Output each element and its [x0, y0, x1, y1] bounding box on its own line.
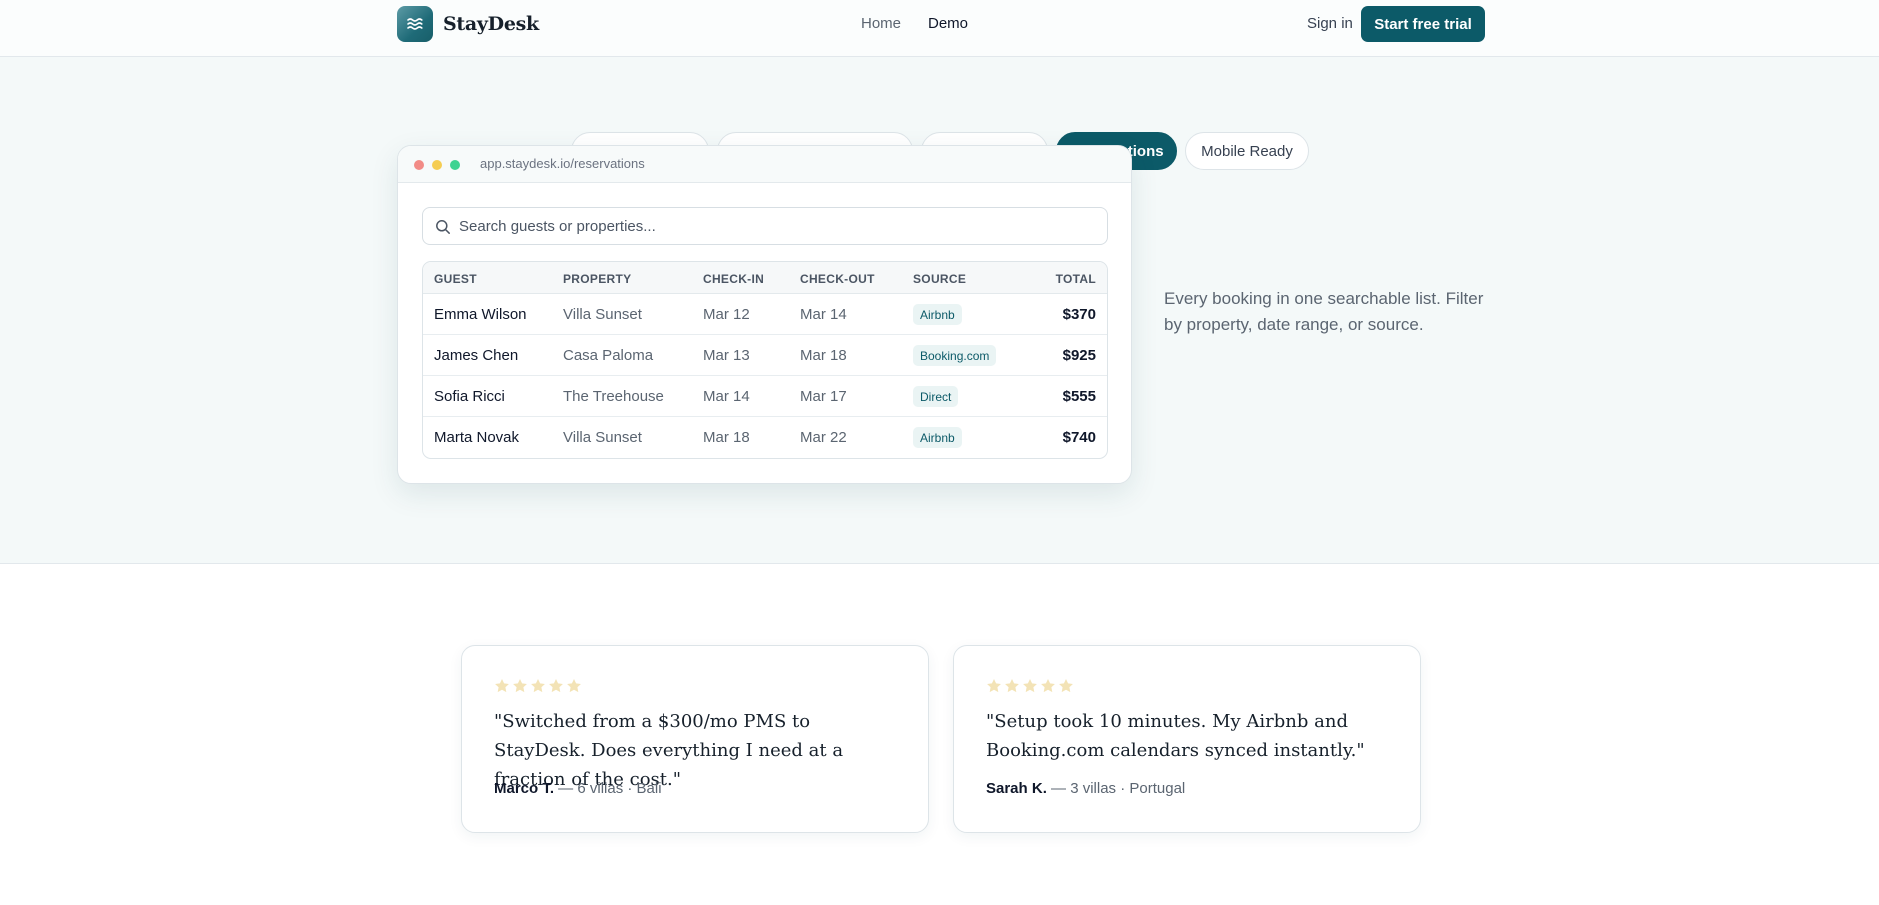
nav-link-home[interactable]: Home — [861, 15, 901, 32]
column-header-source[interactable]: SOURCE — [913, 272, 966, 286]
guest-name: Marta Novak — [434, 429, 520, 446]
source-badge: Airbnb — [913, 304, 962, 325]
booking-total: $925 — [1062, 347, 1096, 364]
booking-total: $370 — [1062, 306, 1096, 323]
check-out-date: Mar 18 — [800, 347, 847, 364]
star-rating — [986, 678, 1076, 694]
sign-in-link[interactable]: Sign in — [1307, 15, 1353, 32]
site-header: StayDesk Home Demo Sign in Start free tr… — [0, 0, 1879, 57]
author-name: Marco T. — [494, 780, 555, 797]
property-name: The Treehouse — [563, 388, 664, 405]
guest-name: Emma Wilson — [434, 306, 527, 323]
table-row[interactable]: Emma Wilson Villa Sunset Mar 12 Mar 14 A… — [423, 294, 1107, 335]
feature-description: Every booking in one searchable list. Fi… — [1164, 289, 1484, 334]
address-url: app.staydesk.io/reservations — [480, 156, 645, 171]
table-row[interactable]: James Chen Casa Paloma Mar 13 Mar 18 Boo… — [423, 335, 1107, 376]
browser-bar: app.staydesk.io/reservations — [398, 146, 1131, 183]
search-icon — [436, 220, 450, 234]
search-box — [422, 207, 1108, 245]
column-header-guest[interactable]: GUEST — [434, 272, 477, 286]
testimonial-author: Sarah K. — 3 villas · Portugal — [986, 780, 1185, 797]
brand-logo[interactable]: StayDesk — [397, 6, 539, 42]
testimonial-quote: "Setup took 10 minutes. My Airbnb and Bo… — [986, 711, 1365, 761]
nav-link-demo[interactable]: Demo — [928, 15, 968, 32]
maximize-dot-icon — [450, 160, 460, 170]
column-header-check-in[interactable]: CHECK-IN — [703, 272, 764, 286]
testimonial-card: "Switched from a $300/mo PMS to StayDesk… — [461, 645, 929, 833]
reservations-demo-section: Live Dashboard Multi-Property Calendar C… — [0, 57, 1879, 564]
brand-name: StayDesk — [443, 13, 539, 35]
source-badge: Direct — [913, 386, 959, 407]
testimonial-author: Marco T. — 6 villas · Bali — [494, 780, 662, 797]
search-input[interactable] — [459, 208, 1099, 244]
star-icon — [567, 679, 581, 693]
star-icon — [495, 679, 509, 693]
check-in-date: Mar 18 — [703, 429, 750, 446]
star-icon — [531, 679, 545, 693]
booking-total: $740 — [1062, 429, 1096, 446]
star-icon — [987, 679, 1001, 693]
logo-waves-icon — [397, 6, 433, 42]
check-out-date: Mar 22 — [800, 429, 847, 446]
check-in-date: Mar 14 — [703, 388, 750, 405]
column-header-total[interactable]: TOTAL — [1056, 272, 1096, 286]
star-icon — [513, 679, 527, 693]
booking-total: $555 — [1062, 388, 1096, 405]
property-name: Casa Paloma — [563, 347, 654, 364]
table-row[interactable]: Marta Novak Villa Sunset Mar 18 Mar 22 A… — [423, 417, 1107, 458]
property-name: Villa Sunset — [563, 429, 642, 446]
star-icon — [1059, 679, 1073, 693]
property-name: Villa Sunset — [563, 306, 642, 323]
star-rating — [494, 678, 584, 694]
author-detail: — 6 villas · Bali — [554, 780, 662, 797]
author-name: Sarah K. — [986, 780, 1047, 797]
guest-name: Sofia Ricci — [434, 388, 505, 405]
check-out-date: Mar 17 — [800, 388, 847, 405]
star-icon — [1023, 679, 1037, 693]
tab-mobile-ready[interactable]: Mobile Ready — [1185, 132, 1309, 170]
testimonial-card: "Setup took 10 minutes. My Airbnb and Bo… — [953, 645, 1421, 833]
check-out-date: Mar 14 — [800, 306, 847, 323]
source-badge: Booking.com — [913, 345, 997, 366]
author-detail: — 3 villas · Portugal — [1046, 780, 1186, 797]
star-icon — [1041, 679, 1055, 693]
column-header-property[interactable]: PROPERTY — [563, 272, 631, 286]
app-preview-window: app.staydesk.io/reservations GUEST PROPE… — [397, 145, 1132, 484]
check-in-date: Mar 12 — [703, 306, 750, 323]
source-badge: Airbnb — [913, 427, 962, 448]
table-row[interactable]: Sofia Ricci The Treehouse Mar 14 Mar 17 … — [423, 376, 1107, 417]
close-dot-icon — [414, 160, 424, 170]
check-in-date: Mar 13 — [703, 347, 750, 364]
start-free-trial-button[interactable]: Start free trial — [1361, 6, 1485, 42]
star-icon — [1005, 679, 1019, 693]
table-header: GUEST PROPERTY CHECK-IN CHECK-OUT SOURCE… — [423, 262, 1107, 294]
star-icon — [549, 679, 563, 693]
guest-name: James Chen — [434, 347, 519, 364]
reservations-table: GUEST PROPERTY CHECK-IN CHECK-OUT SOURCE… — [422, 261, 1108, 459]
column-header-check-out[interactable]: CHECK-OUT — [800, 272, 875, 286]
minimize-dot-icon — [432, 160, 442, 170]
